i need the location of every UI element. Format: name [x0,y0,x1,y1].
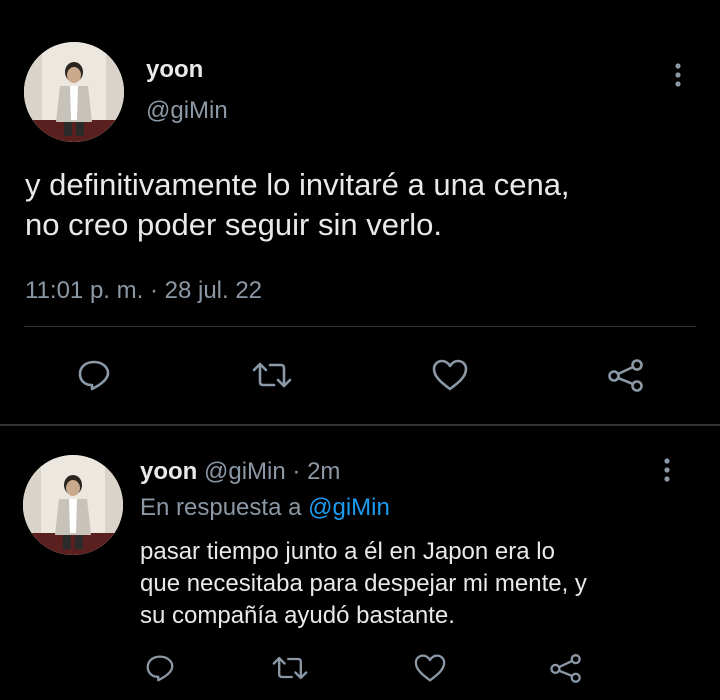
retweet-icon [272,656,308,680]
avatar[interactable] [23,455,123,555]
user-handle[interactable]: @giMin [146,97,228,125]
retweet-icon [252,362,292,388]
more-options-button[interactable] [657,455,677,485]
reply-button[interactable] [142,650,178,686]
avatar-image [24,42,124,142]
tweet-text-line-1: pasar tiempo junto a él en Japon era lo [140,538,555,565]
display-name[interactable]: yoon [146,56,203,84]
like-icon [432,359,468,391]
avatar-image [23,455,123,555]
share-button[interactable] [546,650,586,686]
retweet-button[interactable] [250,355,294,395]
section-divider [0,424,720,426]
separator: · [292,458,301,485]
tweet-text-line-3: su compañía ayudó bastante. [140,602,455,629]
like-icon [414,654,446,682]
replying-to: En respuesta a @giMin [140,494,390,522]
more-options-button[interactable] [668,60,688,90]
more-vertical-icon [675,63,681,87]
divider [24,326,696,327]
replying-prefix: En respuesta a [140,494,302,521]
display-name[interactable]: yoon [140,458,197,485]
time-ago[interactable]: 2m [307,458,340,485]
reply-icon [78,360,110,391]
retweet-button[interactable] [270,650,310,686]
like-button[interactable] [428,355,472,395]
tweet-text-line-1: y definitivamente lo invitaré a una cena… [25,167,570,202]
like-button[interactable] [410,650,450,686]
share-icon [550,654,581,683]
more-vertical-icon [664,458,670,482]
avatar[interactable] [24,42,124,142]
tweet-text-line-2: no creo poder seguir sin verlo. [25,207,443,242]
share-icon [608,359,643,392]
share-button[interactable] [604,355,648,395]
user-handle[interactable]: @giMin [204,458,286,485]
tweet-timestamp[interactable]: 11:01 p. m. · 28 jul. 22 [25,277,262,305]
tweet-text-line-2: que necesitaba para despejar mi mente, y [140,570,587,597]
reply-icon [146,655,174,682]
reply-button[interactable] [74,355,114,395]
replying-to-link[interactable]: @giMin [308,494,390,521]
reply-header: yoon @giMin · 2m [140,458,340,486]
